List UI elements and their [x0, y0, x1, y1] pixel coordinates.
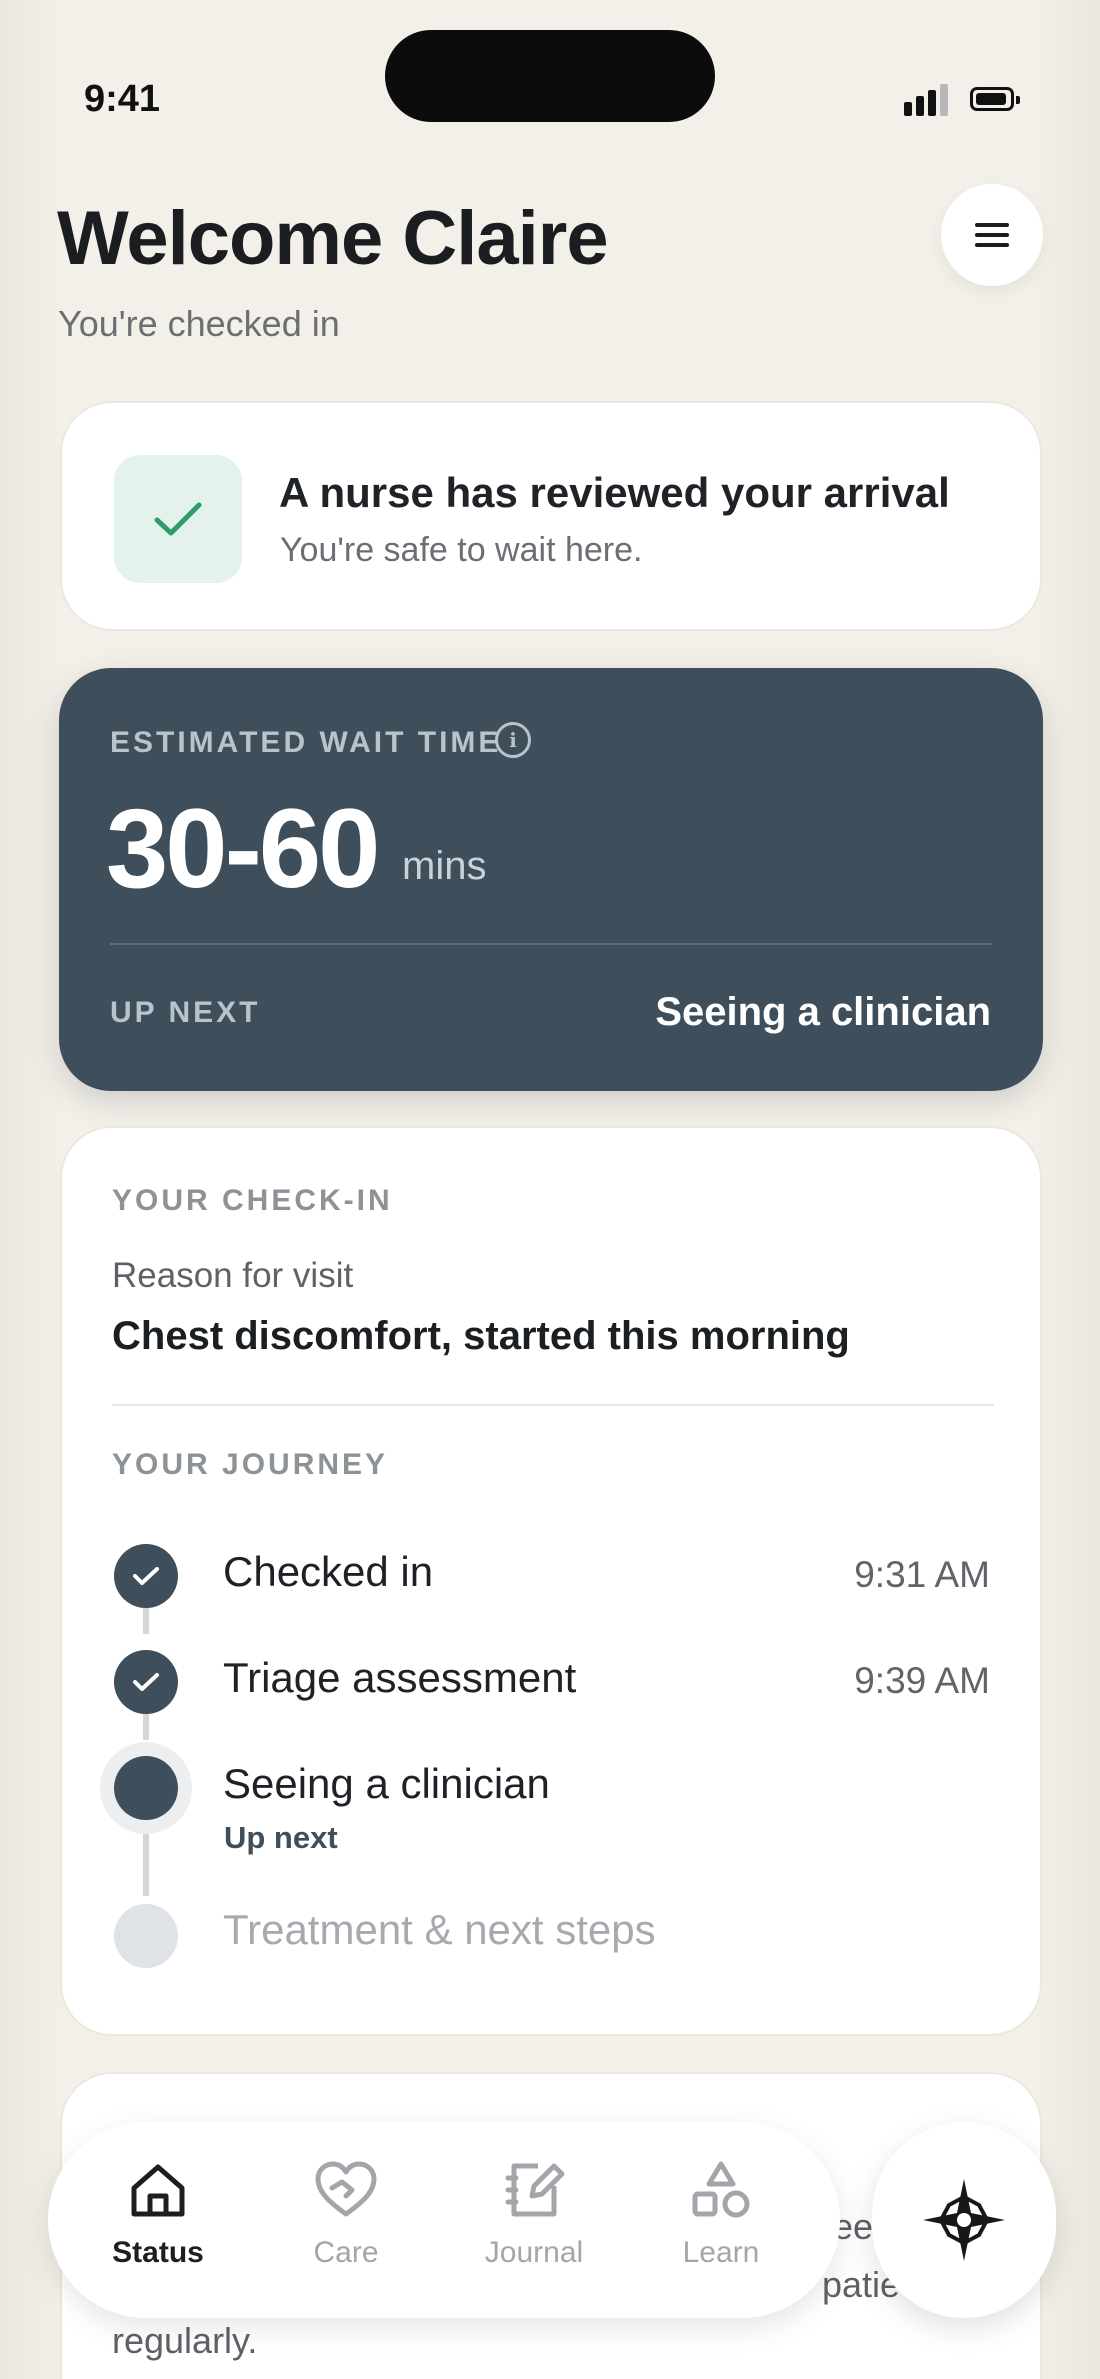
- up-next-label: UP NEXT: [110, 996, 261, 1029]
- check-in-card: YOUR CHECK-IN Reason for visit Chest dis…: [60, 1126, 1042, 2036]
- menu-icon: [975, 223, 1009, 247]
- page-title: Welcome Claire: [57, 196, 609, 281]
- journey-step-status: Up next: [224, 1820, 338, 1855]
- nav-item-journal[interactable]: Journal: [459, 2122, 609, 2318]
- dynamic-island: [385, 30, 715, 122]
- assistant-button[interactable]: [872, 2122, 1056, 2318]
- journey-step-title: Triage assessment: [223, 1654, 577, 1701]
- step-done-icon: [114, 1650, 178, 1714]
- up-next-value: Seeing a clinician: [655, 990, 991, 1034]
- wait-time-value: 30-60: [106, 786, 380, 911]
- nav-label: Learn: [682, 2236, 760, 2269]
- bottom-nav: Status Care Journal Learn: [48, 2122, 840, 2318]
- nav-item-care[interactable]: Care: [271, 2122, 421, 2318]
- check-in-section-label: YOUR CHECK-IN: [112, 1184, 393, 1217]
- shapes-icon: [692, 2161, 750, 2218]
- wait-time-card: ESTIMATED WAIT TIME i 30-60 mins UP NEXT…: [59, 668, 1043, 1091]
- journey-step-time: 9:31 AM: [854, 1554, 990, 1595]
- signal-icon: [904, 84, 950, 116]
- nav-label: Care: [313, 2236, 379, 2269]
- nurse-review-card: A nurse has reviewed your arrival You're…: [60, 401, 1042, 631]
- step-pending-icon: [114, 1904, 178, 1968]
- wait-time-unit: mins: [402, 844, 487, 888]
- info-icon[interactable]: i: [495, 722, 531, 758]
- compass-star-icon: [923, 2179, 1005, 2261]
- wait-time-label: ESTIMATED WAIT TIME: [110, 726, 502, 759]
- info-card-text: regularly.: [112, 2320, 258, 2361]
- journey-step-title: Seeing a clinician: [223, 1760, 550, 1807]
- nav-item-learn[interactable]: Learn: [646, 2122, 796, 2318]
- journey-step-title: Treatment & next steps: [223, 1906, 656, 1953]
- nav-item-status[interactable]: Status: [83, 2122, 233, 2318]
- nurse-review-subtitle: You're safe to wait here.: [280, 531, 643, 569]
- screen: 9:41 Welcome Claire You're checked in A …: [0, 0, 1100, 2379]
- journey-step-title: Checked in: [223, 1548, 434, 1595]
- journey-section-label: YOUR JOURNEY: [112, 1448, 389, 1481]
- nurse-review-title: A nurse has reviewed your arrival: [279, 469, 950, 516]
- reason-label: Reason for visit: [112, 1256, 354, 1295]
- status-time: 9:41: [84, 78, 161, 120]
- journal-edit-icon: [505, 2163, 565, 2217]
- step-done-icon: [114, 1544, 178, 1608]
- checkmark-icon: [114, 455, 242, 583]
- nav-label: Journal: [484, 2236, 584, 2269]
- home-icon: [131, 2164, 185, 2217]
- divider: [110, 943, 992, 945]
- menu-button[interactable]: [941, 184, 1043, 286]
- journey-step-time: 9:39 AM: [854, 1660, 990, 1701]
- heart-hand-icon: [315, 2161, 377, 2217]
- page-subtitle: You're checked in: [58, 303, 340, 344]
- reason-value: Chest discomfort, started this morning: [112, 1314, 850, 1358]
- nav-label: Status: [112, 2236, 204, 2269]
- divider: [112, 1404, 994, 1406]
- battery-icon: [970, 87, 1020, 111]
- step-current-icon: [114, 1756, 178, 1820]
